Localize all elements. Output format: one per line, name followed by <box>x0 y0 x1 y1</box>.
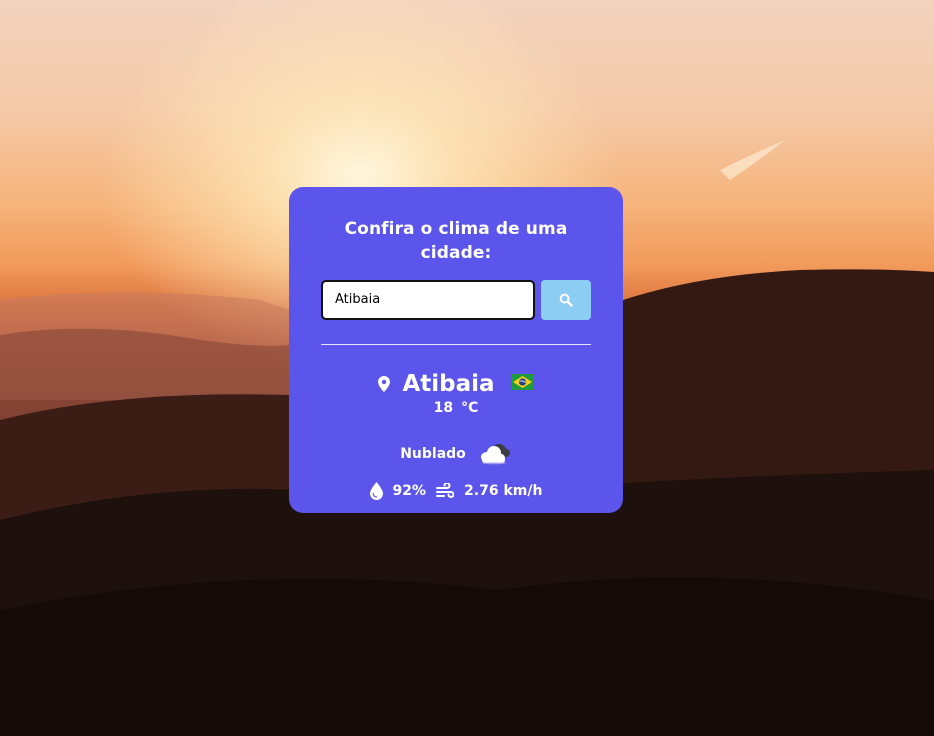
temperature-row: 18 °C <box>321 400 591 420</box>
humidity-drop-icon <box>369 482 383 500</box>
humidity-value: 92% <box>392 483 427 499</box>
cloud-icon <box>480 444 510 465</box>
divider <box>321 344 591 345</box>
wind-icon <box>436 483 455 498</box>
search-button[interactable] <box>541 280 591 320</box>
city-name: Atibaia <box>402 371 495 397</box>
brazil-flag-icon <box>510 374 534 390</box>
details-row: 92% 2.76 km/h <box>321 482 591 500</box>
wind-speed-value: 2.76 km/h <box>464 483 543 499</box>
weather-card: Confira o clima de uma cidade: Atibaia A… <box>289 187 623 513</box>
search-icon <box>559 293 573 307</box>
location-pin-icon <box>378 376 391 392</box>
temperature-value: 18 <box>433 400 454 416</box>
card-title: Confira o clima de uma cidade: <box>344 219 568 263</box>
search-row: Atibaia <box>321 280 591 320</box>
description-row: Nublado <box>321 439 591 469</box>
city-search-input[interactable]: Atibaia <box>321 280 535 320</box>
city-row: Atibaia <box>321 370 591 398</box>
temperature-unit: °C <box>461 400 479 416</box>
weather-description: Nublado <box>400 446 466 462</box>
